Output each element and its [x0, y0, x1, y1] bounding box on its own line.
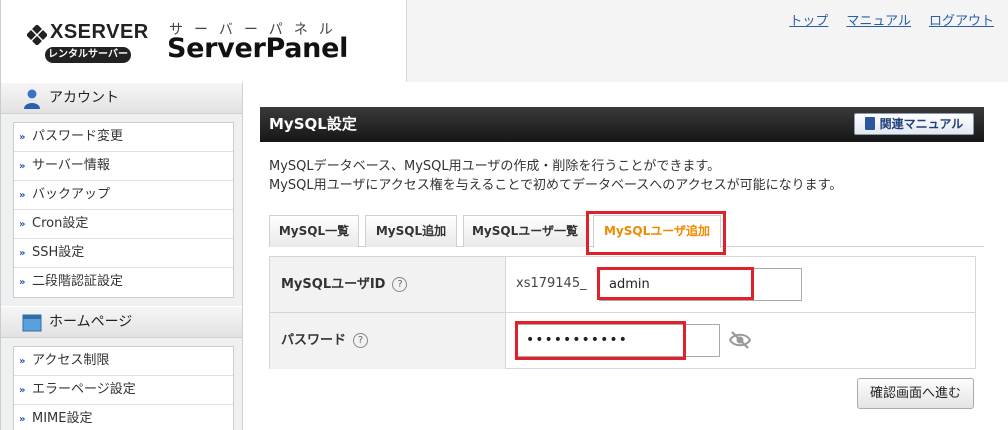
logout-link[interactable]: ログアウト — [929, 10, 994, 29]
sidebar-item-label: MIME設定 — [32, 411, 93, 426]
header-links-area: トップ マニュアル ログアウト — [407, 0, 1008, 82]
sidebar-item-label: エラーページ設定 — [32, 382, 136, 397]
sidebar-item-server-info[interactable]: » サーバー情報 — [14, 152, 233, 181]
logo-badge: レンタルサーバー — [45, 47, 131, 63]
sidebar-section-title: アカウント — [49, 90, 119, 106]
user-id-label-text: MySQLユーザID — [281, 277, 386, 292]
top-links: トップ マニュアル ログアウト — [789, 10, 994, 29]
user-id-prefix: xs179145_ — [516, 276, 587, 291]
tab-mysql-add[interactable]: MySQL追加 — [365, 215, 457, 247]
sidebar-item-access-restriction[interactable]: » アクセス制限 — [14, 347, 233, 376]
description: MySQLデータベース、MySQL用ユーザの作成・削除を行うことができます。 M… — [269, 157, 842, 195]
page-title: MySQL設定 — [269, 115, 357, 133]
arrow-icon: » — [19, 190, 26, 201]
password-label-text: パスワード — [281, 333, 347, 348]
logo-text: XSERVER — [50, 21, 149, 43]
window-icon — [22, 314, 42, 332]
sidebar-item-error-page[interactable]: » エラーページ設定 — [14, 376, 233, 405]
sidebar-item-label: バックアップ — [32, 187, 111, 202]
panel-title: ServerPanel — [167, 33, 349, 64]
sidebar-item-cron[interactable]: » Cron設定 — [14, 210, 233, 239]
sidebar-section-account[interactable]: アカウント — [1, 82, 242, 114]
help-icon[interactable]: ? — [392, 277, 408, 292]
main-content: MySQL設定 関連マニュアル MySQLデータベース、MySQL用ユーザの作成… — [244, 82, 1008, 430]
book-icon — [864, 117, 875, 130]
arrow-icon: » — [19, 132, 26, 143]
highlight-box-user-id — [597, 267, 754, 300]
related-manual-button[interactable]: 関連マニュアル — [854, 113, 974, 135]
tab-mysql-user-list[interactable]: MySQLユーザ一覧 — [463, 215, 587, 247]
sidebar-item-mime[interactable]: » MIME設定 — [14, 405, 233, 430]
arrow-icon: » — [19, 356, 26, 367]
description-line: MySQL用ユーザにアクセス権を与えることで初めてデータベースへのアクセスが可能… — [269, 178, 843, 193]
sidebar: アカウント » パスワード変更 » サーバー情報 » バックアップ » Cron設定 »… — [1, 82, 243, 430]
confirm-button[interactable]: 確認画面へ進む — [857, 378, 974, 409]
sidebar-section-homepage[interactable]: ホームページ — [1, 306, 242, 338]
arrow-icon: » — [19, 414, 26, 425]
description-line: MySQLデータベース、MySQL用ユーザの作成・削除を行うことができます。 — [269, 159, 721, 174]
sidebar-item-password-change[interactable]: » パスワード変更 — [14, 123, 233, 152]
person-icon — [24, 89, 40, 109]
help-icon[interactable]: ? — [353, 333, 369, 348]
eye-off-icon[interactable] — [729, 330, 751, 350]
xserver-logo-icon — [27, 25, 47, 45]
top-link[interactable]: トップ — [789, 10, 828, 29]
arrow-icon: » — [19, 248, 26, 259]
section-title-bar: MySQL設定 関連マニュアル — [260, 107, 984, 142]
arrow-icon: » — [19, 385, 26, 396]
highlight-box-tab — [586, 211, 726, 255]
arrow-icon: » — [19, 161, 26, 172]
arrow-icon: » — [19, 219, 26, 230]
header: XSERVER レンタルサーバー サーバーパネル ServerPanel トップ… — [1, 0, 1008, 82]
user-id-label: MySQLユーザID? — [270, 257, 506, 312]
logo-area: XSERVER レンタルサーバー サーバーパネル ServerPanel — [1, 0, 407, 82]
sidebar-item-label: サーバー情報 — [32, 158, 110, 173]
arrow-icon: » — [19, 277, 26, 288]
sidebar-item-label: SSH設定 — [32, 245, 85, 260]
related-manual-label: 関連マニュアル — [879, 117, 964, 131]
tab-mysql-list[interactable]: MySQL一覧 — [269, 215, 359, 247]
sidebar-item-label: 二段階認証設定 — [32, 274, 124, 289]
sidebar-item-two-factor[interactable]: » 二段階認証設定 — [14, 268, 233, 297]
manual-link[interactable]: マニュアル — [846, 10, 911, 29]
sidebar-item-backup[interactable]: » バックアップ — [14, 181, 233, 210]
highlight-box-password — [515, 321, 686, 360]
sidebar-section-title: ホームページ — [49, 314, 133, 330]
homepage-menu: » アクセス制限 » エラーページ設定 » MIME設定 — [13, 346, 234, 430]
server-panel-page: XSERVER レンタルサーバー サーバーパネル ServerPanel トップ… — [0, 0, 1008, 430]
sidebar-item-label: Cron設定 — [32, 216, 89, 231]
password-label: パスワード? — [270, 313, 506, 369]
sidebar-item-label: アクセス制限 — [32, 353, 110, 368]
account-menu: » パスワード変更 » サーバー情報 » バックアップ » Cron設定 » SSH設定 … — [13, 122, 234, 298]
sidebar-item-label: パスワード変更 — [32, 129, 124, 144]
sidebar-item-ssh[interactable]: » SSH設定 — [14, 239, 233, 268]
